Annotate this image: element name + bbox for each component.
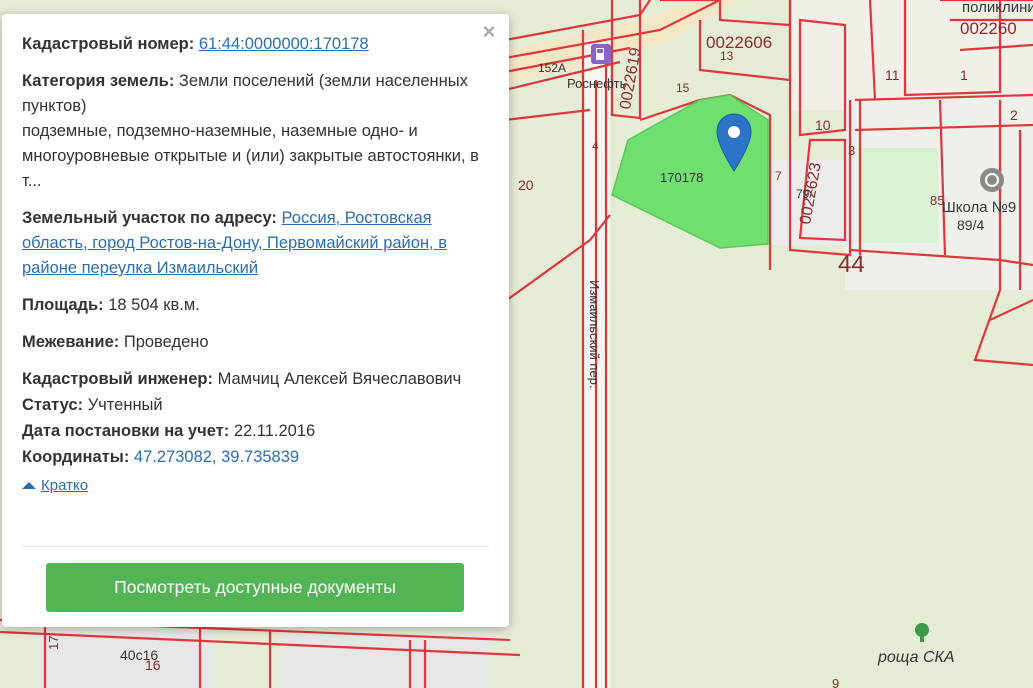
map-num-11: 11 — [885, 67, 900, 83]
map-num-89-4: 89/4 — [957, 217, 984, 233]
survey-value: Проведено — [123, 333, 209, 351]
rosneft-label: Роснефть — [567, 76, 627, 91]
map-num-3: 3 — [848, 143, 855, 158]
grove-label: роща СКА — [877, 649, 955, 666]
address-label: Земельный участок по адресу: — [22, 209, 277, 227]
polyclinic-label: поликлини — [962, 0, 1033, 16]
map-num-20: 20 — [518, 177, 534, 193]
coordinates-value[interactable]: 47.273082, 39.735839 — [134, 448, 299, 466]
engineer-row: Кадастровый инженер: Мамчиц Алексей Вяче… — [22, 367, 489, 392]
status-row: Статус: Учтенный — [22, 393, 489, 418]
area-row: Площадь: 18 504 кв.м. — [22, 293, 489, 318]
address-row: Земельный участок по адресу: Россия, Рос… — [22, 206, 489, 281]
registration-date-label: Дата постановки на учет: — [22, 422, 230, 440]
school-label: Школа №9 — [942, 199, 1016, 216]
view-documents-button[interactable]: Посмотреть доступные документы — [46, 563, 464, 612]
parcel-info-popup: × Кадастровый номер: 61:44:0000000:17017… — [2, 14, 509, 627]
engineer-label: Кадастровый инженер: — [22, 370, 213, 388]
survey-row: Межевание: Проведено — [22, 330, 489, 355]
quarter-002260-label: 002260 — [960, 19, 1017, 38]
map-num-2: 2 — [1010, 107, 1018, 123]
map-num-17: 17 — [46, 636, 61, 650]
map-num-4: 4 — [592, 139, 599, 153]
registration-date-value: 22.11.2016 — [233, 422, 316, 440]
cadastral-number-label: Кадастровый номер: — [22, 35, 195, 53]
survey-label: Межевание: — [22, 333, 120, 351]
area-value: 18 504 кв.м. — [108, 296, 200, 314]
collapse-link[interactable]: Кратко — [22, 473, 88, 498]
collapse-label: Кратко — [41, 477, 89, 494]
registration-date-row: Дата постановки на учет: 22.11.2016 — [22, 419, 489, 444]
quarter-44-label: 44 — [838, 251, 865, 278]
land-category-label: Категория земель: — [22, 72, 175, 90]
map-num-16: 16 — [145, 657, 161, 673]
land-category-row: Категория земель: Земли поселений (земли… — [22, 69, 489, 194]
coordinates-row: Координаты: 47.273082, 39.735839 — [22, 445, 489, 470]
building-152a-label: 152А — [538, 61, 566, 75]
cadastral-number-link[interactable]: 61:44:0000000:170178 — [199, 35, 369, 53]
map-pin-icon[interactable] — [716, 113, 752, 173]
status-value: Учтенный — [87, 396, 163, 414]
map-num-10: 10 — [815, 117, 831, 133]
map-num-15: 15 — [676, 81, 690, 95]
cadastral-number-row: Кадастровый номер: 61:44:0000000:170178 — [22, 32, 489, 57]
engineer-value: Мамчиц Алексей Вячеславович — [217, 370, 462, 388]
coordinates-label: Координаты: — [22, 448, 130, 466]
area-label: Площадь: — [22, 296, 104, 314]
map-num-9: 9 — [832, 676, 839, 688]
street-label: Измаильский пер. — [587, 280, 602, 389]
popup-divider — [22, 546, 489, 547]
status-label: Статус: — [22, 396, 84, 414]
map-num-7: 7 — [775, 169, 782, 183]
quarter-0022606-label: 0022606 — [706, 33, 772, 52]
map-num-1: 1 — [960, 67, 968, 83]
triangle-up-icon — [22, 482, 36, 489]
school-icon[interactable] — [980, 168, 1004, 192]
school-field — [858, 148, 938, 243]
parcel-id-label: 170178 — [660, 170, 703, 185]
close-popup-button[interactable]: × — [479, 20, 499, 44]
fuel-station-icon[interactable] — [591, 44, 611, 64]
land-category-extra: подземные, подземно-наземные, наземные о… — [22, 122, 479, 190]
